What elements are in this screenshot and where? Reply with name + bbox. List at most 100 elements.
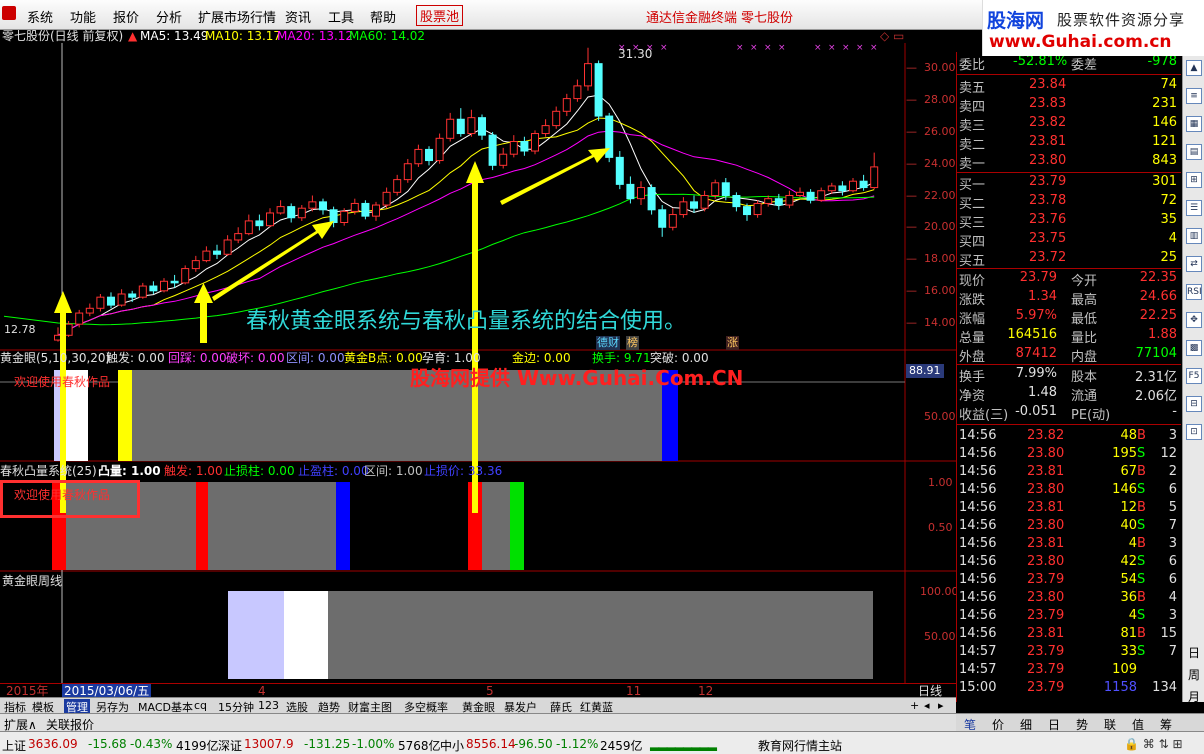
table-icon[interactable]: ▤	[1186, 144, 1202, 160]
price-tick: 18.00	[924, 252, 956, 266]
panel1-trigger: 触发: 0.00	[106, 351, 165, 365]
panel3-title[interactable]: 黄金眼周线	[2, 574, 62, 588]
panel1-title[interactable]: 黄金眼(5,10,30,20)	[0, 351, 110, 365]
brand-name: 股海网	[987, 10, 1045, 32]
tick-side: S	[1137, 572, 1146, 587]
scroll-up-icon[interactable]: ▲	[1186, 60, 1202, 76]
tick-row: 14:57 23.79 109	[957, 662, 1181, 680]
price-tick: 26.00	[924, 124, 956, 138]
sz-label: 深证	[218, 739, 243, 753]
grid-icon[interactable]: ⊟	[1186, 396, 1202, 412]
candle	[393, 174, 402, 196]
price-tick-mark: —	[906, 156, 917, 170]
stat-value-2: 77104	[1135, 346, 1177, 361]
menu-item-help[interactable]: 帮助	[370, 7, 396, 26]
scroll-left-icon[interactable]: ◂	[924, 699, 930, 712]
buy-row: 买四 23.75 4	[957, 231, 1181, 250]
candle	[266, 208, 274, 228]
sell-level-label: 卖五	[959, 81, 986, 96]
stat-label-2: 内盘	[1071, 350, 1098, 365]
candle	[297, 205, 306, 221]
sell-row: 卖三 23.82 146	[957, 115, 1181, 134]
stock-pool-button[interactable]: 股票池	[416, 5, 464, 26]
rsi-icon[interactable]: RSI	[1186, 284, 1202, 300]
tick-time: 15:00	[959, 680, 997, 695]
indicator-tab[interactable]: cq	[194, 699, 207, 712]
signal-band	[284, 591, 328, 679]
stat2-value-2: -	[1172, 404, 1177, 419]
tick-side: B	[1137, 536, 1146, 551]
zoom-in-icon[interactable]: +	[910, 699, 919, 712]
period-button[interactable]: 日	[1188, 644, 1200, 661]
candle	[467, 109, 476, 137]
volume-icon[interactable]: ▥	[1186, 228, 1202, 244]
tick-row: 14:56 23.80 42 S 6	[957, 554, 1181, 572]
news-icon[interactable]: ⊞	[1186, 172, 1202, 188]
list-icon[interactable]: ☰	[1186, 200, 1202, 216]
price-tick: 20.00	[924, 220, 956, 234]
indicator-tabbar: 指标 模板 管理 另存为 MACD基本 cq 15分钟 123 选股 趋势 财富主图 多空概率 黄金眼暴…	[0, 697, 956, 715]
price-tick: 16.00	[924, 283, 956, 297]
tick-side: B	[1137, 626, 1146, 641]
period-label[interactable]: 日线	[918, 684, 942, 698]
buy-price: 23.76	[1029, 212, 1067, 227]
tick-count: 2	[1168, 464, 1177, 479]
date-month-5: 5	[486, 684, 494, 698]
panel2-takeprofit-bar: 止盈柱: 0.00	[298, 464, 369, 478]
sell-volume: 146	[1152, 115, 1177, 130]
stat2-value: 1.48	[1028, 385, 1057, 400]
menu-item-news[interactable]: 资讯	[285, 7, 311, 26]
split-icon[interactable]: ⊡	[1186, 424, 1202, 440]
tick-price: 23.81	[1027, 536, 1065, 551]
candle	[859, 174, 868, 191]
chart2-icon[interactable]: ▩	[1186, 340, 1202, 356]
tick-time: 14:57	[959, 644, 997, 659]
stat-value: 23.79	[1019, 270, 1057, 285]
signal-mark: ×	[660, 43, 668, 53]
menu-item-quote[interactable]: 报价	[113, 7, 139, 26]
move-icon[interactable]: ✥	[1186, 312, 1202, 328]
scroll-right-icon[interactable]: ▸	[938, 699, 944, 712]
menu-item-analysis[interactable]: 分析	[156, 7, 182, 26]
candle	[276, 200, 285, 215]
candle	[690, 195, 698, 213]
stat-label-2: 最高	[1071, 293, 1098, 308]
tick-count: 7	[1168, 518, 1177, 533]
server-site[interactable]: 教育网行情主站	[758, 737, 842, 754]
brand-banner: 股海网 股票软件资源分享 www.Guhai.com.cn	[982, 0, 1204, 56]
tick-volume: 4	[1128, 608, 1137, 623]
f5-icon[interactable]: F5	[1186, 368, 1202, 384]
menu-item-tools[interactable]: 工具	[328, 7, 354, 26]
price-tick-mark: —	[906, 124, 917, 138]
candle	[700, 190, 709, 212]
right-toolbar: ▲ ≡ ▦ ▤ ⊞ ☰ ▥ ⇄ RSI ✥ ▩ F5 ⊟ ⊡ 日周月	[1182, 52, 1204, 705]
link-icon[interactable]: ⇄	[1186, 256, 1202, 272]
price-tick: 30.00	[924, 61, 956, 75]
date-month-12: 12	[698, 684, 714, 698]
tick-row: 14:56 23.81 67 B 2	[957, 464, 1181, 482]
price-tick-mark: —	[906, 93, 917, 107]
tick-price: 23.79	[1027, 644, 1065, 659]
chart-options-icon[interactable]: ◇ ▭	[880, 29, 904, 43]
stat2-row: 净资 1.48 流通 2.06亿	[957, 385, 1181, 404]
candle	[319, 198, 327, 215]
panel2-convex: 凸量: 1.00	[98, 464, 161, 478]
period-button[interactable]: 月	[1188, 688, 1200, 705]
panel2-title[interactable]: 春秋凸量系统(25)	[0, 464, 97, 478]
tick-price: 23.79	[1027, 608, 1065, 623]
stat-row: 现价 23.79 今开 22.35	[957, 270, 1181, 289]
indicator-tab[interactable]: 123	[258, 699, 279, 712]
wei-bi-row: 委比 -52.81% 委差 -978	[957, 54, 1181, 73]
period-button[interactable]: 周	[1188, 666, 1200, 683]
candle	[425, 146, 433, 166]
menu-item-function[interactable]: 功能	[70, 7, 96, 26]
menu-item-ext-market[interactable]: 扩展市场行情	[198, 7, 276, 26]
tick-row: 14:56 23.80 146 S 6	[957, 482, 1181, 500]
f10-icon[interactable]: ≡	[1186, 88, 1202, 104]
candle	[806, 189, 815, 204]
menu-item-system[interactable]: 系统	[27, 7, 53, 26]
tick-time: 14:56	[959, 500, 997, 515]
tick-volume: 67	[1120, 464, 1137, 479]
tick-price: 23.79	[1027, 572, 1065, 587]
chart-icon[interactable]: ▦	[1186, 116, 1202, 132]
